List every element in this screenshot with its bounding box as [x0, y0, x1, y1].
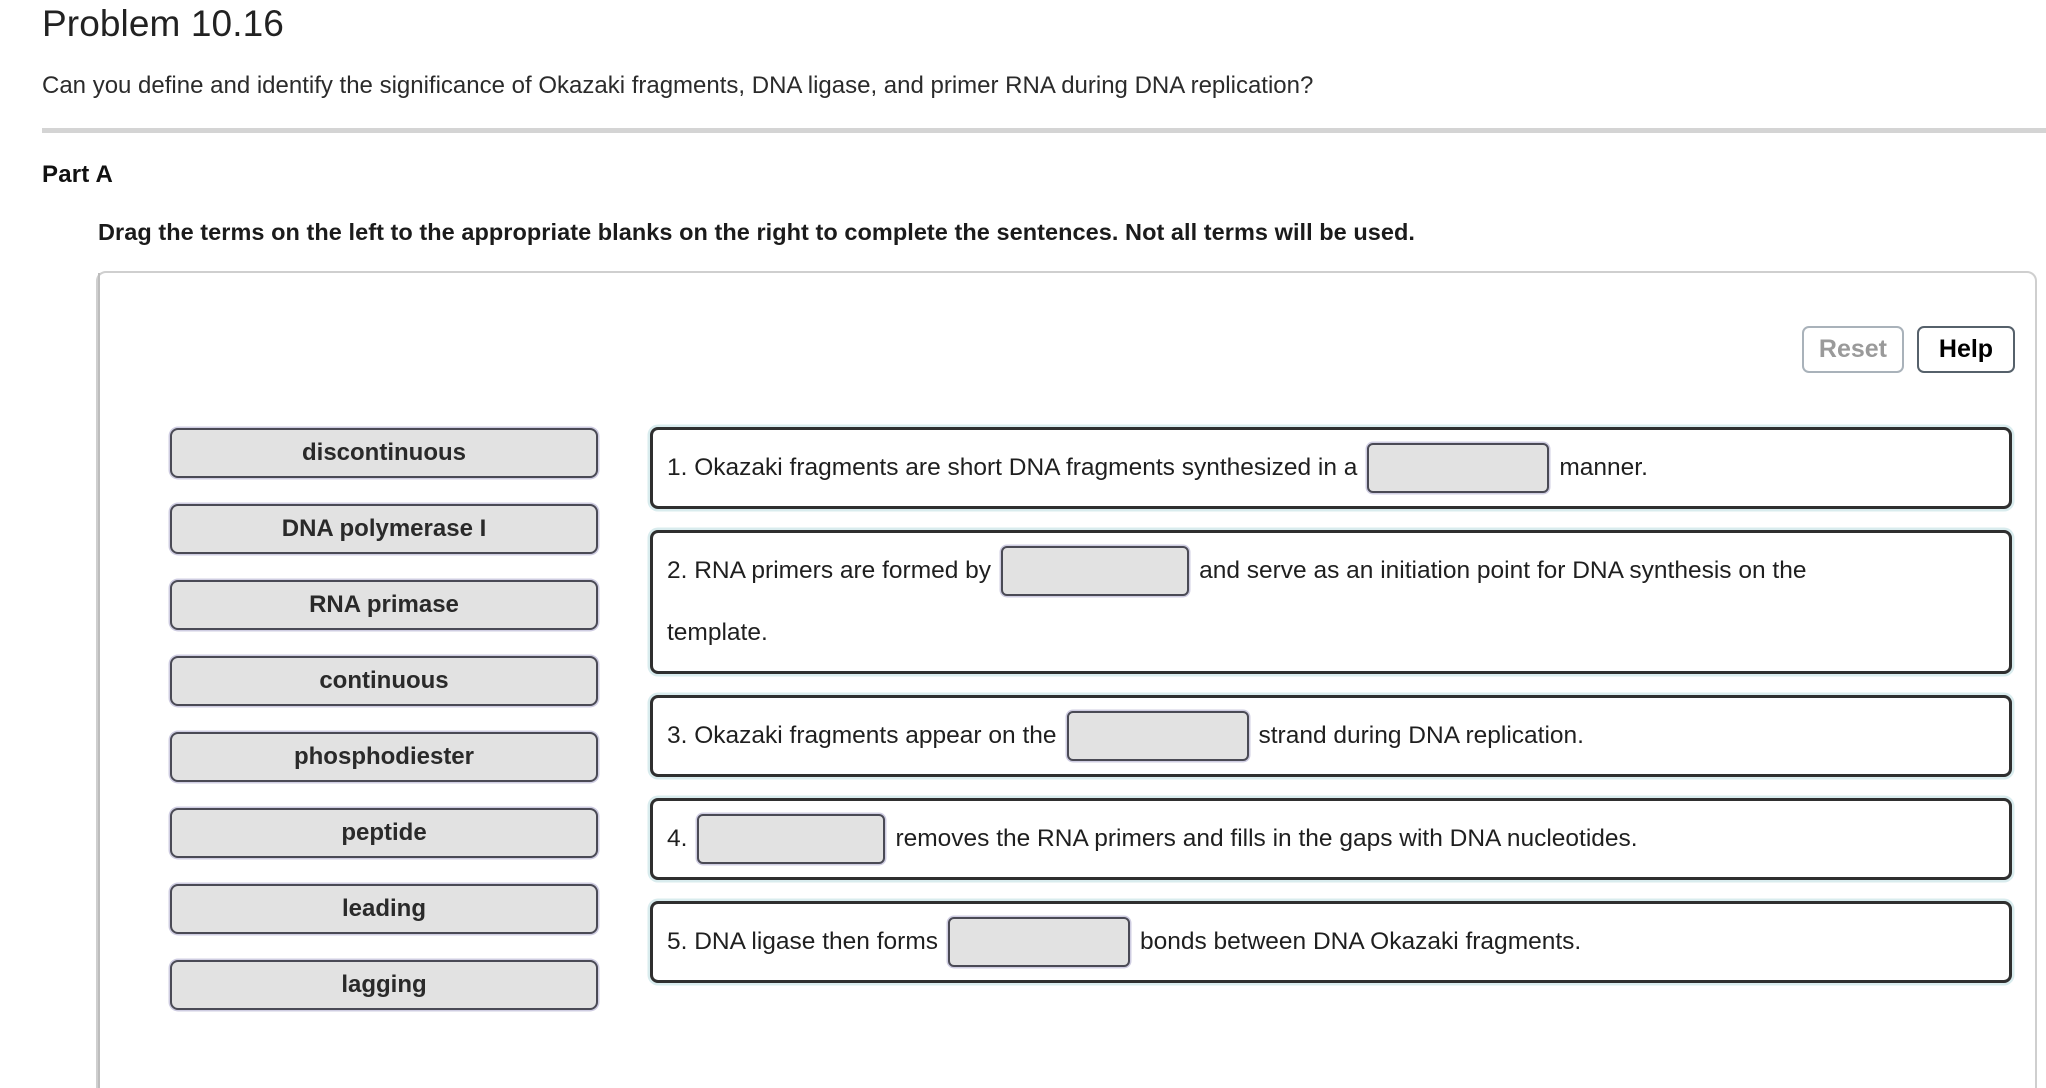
sentence-5-post: bonds between DNA Okazaki fragments. — [1139, 928, 1582, 955]
sentence-item-2: 2. RNA primers are formed by and serve a… — [650, 530, 2012, 674]
sentence-2-wrap: template. — [667, 618, 768, 646]
problem-page: Problem 10.16 Can you define and identif… — [0, 0, 2046, 1088]
term-bank: discontinuous DNA polymerase I RNA prima… — [170, 428, 598, 1010]
term-tile-leading[interactable]: leading — [170, 884, 598, 934]
sentence-3-pre: 3. Okazaki fragments appear on the — [667, 722, 1057, 749]
sentence-4-post: removes the RNA primers and fills in the… — [895, 825, 1638, 852]
sentence-2-post: and serve as an initiation point for DNA… — [1199, 557, 1807, 585]
instructions-text: Drag the terms on the left to the approp… — [98, 219, 1415, 245]
sentence-list: 1. Okazaki fragments are short DNA fragm… — [650, 427, 2012, 983]
drop-blank-4[interactable] — [697, 814, 886, 864]
term-tile-discontinuous[interactable]: discontinuous — [170, 428, 598, 478]
activity-panel: Reset Help discontinuous DNA polymerase … — [96, 271, 2037, 1088]
sentence-3-post: strand during DNA replication. — [1258, 722, 1584, 749]
drop-blank-1[interactable] — [1367, 443, 1550, 493]
sentence-item-4: 4. removes the RNA primers and fills in … — [650, 798, 2012, 880]
part-label: Part A — [42, 161, 113, 188]
sentence-item-3: 3. Okazaki fragments appear on the stran… — [650, 695, 2012, 777]
toolbar: Reset Help — [1801, 326, 2015, 373]
help-button[interactable]: Help — [1917, 326, 2015, 373]
reset-button[interactable]: Reset — [1801, 326, 1904, 373]
sentence-1-post: manner. — [1559, 454, 1648, 481]
drop-blank-3[interactable] — [1066, 711, 1249, 761]
term-tile-rna-primase[interactable]: RNA primase — [170, 580, 598, 630]
term-tile-dna-polymerase-i[interactable]: DNA polymerase I — [170, 504, 598, 554]
term-tile-peptide[interactable]: peptide — [170, 808, 598, 858]
sentence-5-pre: 5. DNA ligase then forms — [667, 928, 938, 955]
section-divider — [42, 128, 2046, 133]
sentence-item-5: 5. DNA ligase then forms bonds between D… — [650, 901, 2012, 983]
term-tile-phosphodiester[interactable]: phosphodiester — [170, 732, 598, 782]
drop-blank-5[interactable] — [947, 917, 1130, 967]
sentence-1-pre: 1. Okazaki fragments are short DNA fragm… — [667, 454, 1358, 481]
problem-question-text: Can you define and identify the signific… — [42, 72, 1314, 99]
sentence-4-pre: 4. — [667, 825, 688, 852]
term-tile-continuous[interactable]: continuous — [170, 656, 598, 706]
drop-blank-2[interactable] — [1001, 546, 1190, 597]
term-bank-divider — [98, 273, 100, 1088]
term-tile-lagging[interactable]: lagging — [170, 960, 598, 1010]
page-title: Problem 10.16 — [42, 3, 284, 44]
sentence-item-1: 1. Okazaki fragments are short DNA fragm… — [650, 427, 2012, 509]
sentence-2-pre: 2. RNA primers are formed by — [667, 557, 992, 585]
